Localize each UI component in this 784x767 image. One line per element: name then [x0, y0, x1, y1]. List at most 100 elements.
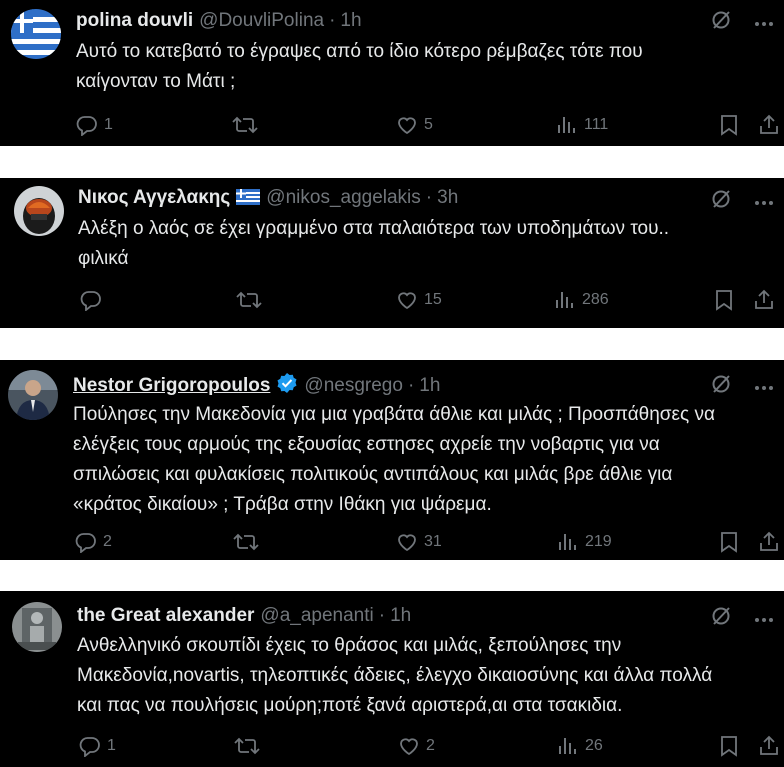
user-handle[interactable]: @nikos_aggelakis	[266, 187, 421, 208]
share-icon	[760, 735, 778, 755]
display-name[interactable]: the Great alexander	[77, 605, 254, 626]
display-name[interactable]: Nestor Grigoropoulos	[73, 375, 270, 396]
views-count: 26	[585, 737, 603, 754]
user-handle[interactable]: @nesgrego	[304, 375, 403, 396]
display-name[interactable]: Νικος Αγγελακης	[78, 187, 230, 208]
verified-badge-icon	[276, 372, 298, 401]
tweet-card[interactable]: Νικος Αγγελακης @nikos_aggelakis · 3h Αλέξη…	[0, 178, 784, 328]
reply-count: 1	[107, 737, 116, 754]
bookmark-button[interactable]	[719, 110, 739, 140]
heart-icon	[398, 292, 416, 310]
like-button[interactable]: 15	[396, 285, 442, 315]
tweet-text: Πούλησες την Μακεδονία για μια γραβάτα ά…	[73, 404, 715, 515]
helmet-avatar-image	[14, 186, 64, 236]
share-button[interactable]	[758, 110, 780, 140]
views-icon	[559, 738, 576, 754]
retweet-icon	[232, 116, 258, 134]
tweet-header: Nestor Grigoropoulos @nesgrego · 1h	[73, 372, 440, 401]
greek-flag-emoji	[236, 188, 261, 212]
user-handle[interactable]: @a_apenanti	[260, 605, 373, 626]
views-icon	[558, 117, 575, 133]
grok-icon[interactable]	[710, 188, 732, 215]
views-button[interactable]: 111	[556, 110, 608, 140]
views-icon	[556, 292, 573, 308]
share-icon	[760, 531, 778, 551]
views-icon	[559, 534, 576, 550]
like-button[interactable]: 2	[398, 731, 435, 761]
tweet-header: the Great alexander @a_apenanti · 1h	[77, 605, 412, 626]
greek-flag-avatar-image	[11, 9, 61, 59]
tweet-text: Αυτό το κατεβατό το έγραψες από το ίδιο …	[76, 41, 643, 92]
reply-button[interactable]: 2	[75, 527, 112, 557]
like-count: 5	[424, 116, 433, 133]
display-name[interactable]: polina douvli	[76, 10, 193, 31]
tweet-text: Ανθελληνικό σκουπίδι έχεις το θράσος και…	[77, 635, 713, 716]
reply-icon	[76, 116, 97, 136]
bookmark-icon	[716, 290, 732, 311]
user-handle[interactable]: @DouvliPolina	[199, 10, 324, 31]
tweet-card[interactable]: polina douvli @DouvliPolina · 1h Αυτό το κα…	[0, 0, 784, 146]
person-avatar-image	[8, 370, 58, 420]
avatar[interactable]	[14, 186, 64, 236]
retweet-icon	[233, 533, 259, 551]
reply-icon	[80, 291, 101, 311]
avatar[interactable]	[11, 9, 61, 59]
views-button[interactable]: 26	[557, 731, 603, 761]
retweet-button[interactable]	[236, 285, 262, 315]
views-count: 111	[584, 116, 609, 133]
like-count: 2	[426, 737, 435, 754]
share-icon	[755, 289, 773, 309]
share-button[interactable]	[758, 527, 780, 557]
like-button[interactable]: 5	[396, 110, 433, 140]
tweet-card[interactable]: the Great alexander @a_apenanti · 1h Ανθελλ…	[0, 591, 784, 767]
reply-button[interactable]: 1	[79, 731, 116, 761]
avatar[interactable]	[8, 370, 58, 420]
reply-count: 2	[103, 533, 112, 550]
more-icon[interactable]	[754, 378, 774, 396]
tweet-card[interactable]: Nestor Grigoropoulos @nesgrego · 1h Πούλησε…	[0, 360, 784, 560]
heart-icon	[398, 534, 416, 552]
bookmark-icon	[721, 736, 737, 757]
retweet-button[interactable]	[234, 731, 260, 761]
grok-icon[interactable]	[710, 9, 732, 36]
heart-icon	[400, 738, 418, 756]
reply-button[interactable]: 1	[76, 110, 113, 140]
bookmark-icon	[721, 115, 737, 136]
grok-icon[interactable]	[710, 605, 732, 632]
views-count: 219	[585, 533, 612, 550]
tweet-header: polina douvli @DouvliPolina · 1h	[76, 10, 362, 31]
retweet-button[interactable]	[233, 527, 259, 557]
reply-icon	[79, 737, 100, 757]
grok-icon[interactable]	[710, 373, 732, 400]
retweet-icon	[234, 737, 260, 755]
tweet-header: Νικος Αγγελακης @nikos_aggelakis · 3h	[78, 186, 458, 212]
reply-button[interactable]	[80, 285, 108, 315]
bookmark-button[interactable]	[714, 285, 734, 315]
timestamp[interactable]: 3h	[437, 187, 458, 208]
like-count: 15	[424, 291, 442, 308]
bookmark-button[interactable]	[719, 731, 739, 761]
more-icon[interactable]	[754, 14, 774, 32]
timestamp[interactable]: 1h	[419, 375, 440, 396]
bookmark-button[interactable]	[719, 527, 739, 557]
statue-avatar-image	[12, 602, 62, 652]
views-count: 286	[582, 291, 609, 308]
like-count: 31	[424, 533, 442, 550]
retweet-icon	[236, 291, 262, 309]
timestamp[interactable]: 1h	[390, 605, 411, 626]
more-icon[interactable]	[754, 610, 774, 628]
bookmark-icon	[721, 532, 737, 553]
like-button[interactable]: 31	[396, 527, 442, 557]
reply-icon	[75, 533, 96, 553]
avatar[interactable]	[12, 602, 62, 652]
share-button[interactable]	[753, 285, 775, 315]
share-button[interactable]	[758, 731, 780, 761]
retweet-button[interactable]	[232, 110, 258, 140]
reply-count: 1	[104, 116, 113, 133]
views-button[interactable]: 286	[554, 285, 609, 315]
more-icon[interactable]	[754, 193, 774, 211]
timestamp[interactable]: 1h	[340, 10, 361, 31]
views-button[interactable]: 219	[557, 527, 612, 557]
heart-icon	[398, 117, 416, 135]
share-icon	[760, 114, 778, 134]
